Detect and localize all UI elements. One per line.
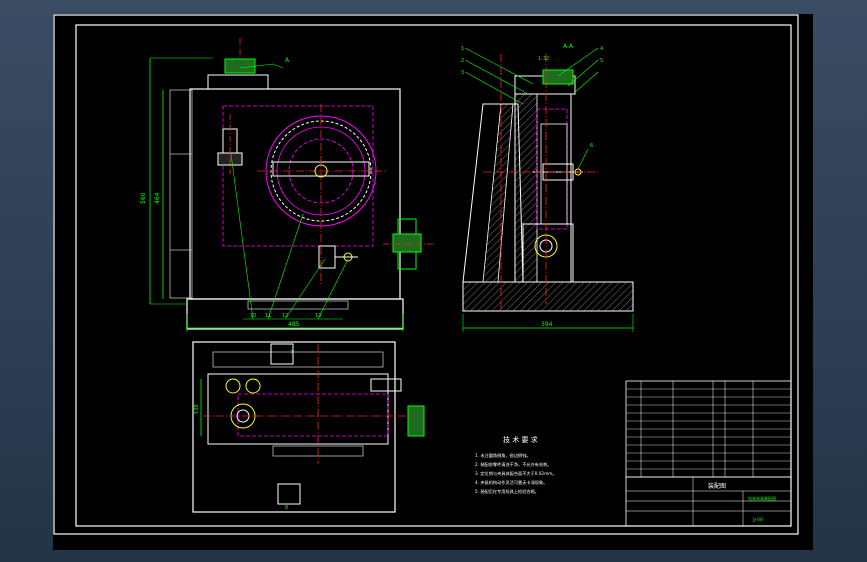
side-callout-1: 1 [461,46,464,52]
front-callout-13: 13 [315,313,321,319]
drawing-canvas[interactable]: 560 464 485 A 10 11 12 13 394 A-A 1:32 1… [53,14,813,550]
front-view[interactable]: 560 464 485 A 10 11 12 13 [140,38,433,332]
parts-list-rows [626,388,791,470]
front-callout-11: 11 [265,313,271,319]
title-block: 装配图 钻床夹具装配图 JJ-00 [625,476,792,527]
side-callout-5: 5 [600,58,603,64]
front-callout-12: 12 [282,313,288,319]
tech-req-item: 1. 未注圆角倒角，锐边倒钝。 [475,452,531,459]
front-dim-height-outer: 560 [140,192,147,204]
side-note-label: 1:32 [538,56,549,62]
tech-req-item: 3. 定位销与夹具体配合面不大于0.02mm。 [475,470,556,477]
front-dim-width: 485 [288,321,300,328]
parts-list [625,380,792,478]
side-view[interactable]: 394 A-A 1:32 1 2 3 4 5 6 [461,43,634,332]
technical-requirements: 技 术 要 求 1. 未注圆角倒角，锐边倒钝。 2. 装配前零件清洗干净，不允许… [475,435,556,495]
front-callout-10: 10 [250,313,256,319]
tech-req-item: 2. 装配前零件清洗干净，不允许有毛刺。 [475,461,552,468]
outer-border [53,14,799,535]
side-callout-2: 2 [461,58,464,64]
top-view[interactable]: 138 7 8 [192,341,425,513]
side-callout-4: 4 [600,46,603,52]
inner-border [75,24,792,527]
drawing-svg: 560 464 485 A 10 11 12 13 394 A-A 1:32 1… [53,14,799,535]
side-section-label: A-A [563,43,574,50]
side-callout-3: 3 [461,70,464,76]
tech-req-item: 5. 装配后在专用检具上检验合格。 [475,488,539,495]
top-callout-7: 7 [290,350,293,356]
top-dim-height: 138 [194,404,200,414]
side-callout-6: 6 [590,143,593,149]
title-block-code: JJ-00 [752,517,763,523]
front-dim-height-inner: 464 [154,192,161,204]
side-dim-width: 394 [541,321,553,328]
tech-req-item: 4. 夹紧机构动作灵活可靠无卡滞现象。 [475,479,547,486]
front-view-marker: A [285,57,290,64]
cad-viewport: 560 464 485 A 10 11 12 13 394 A-A 1:32 1… [0,0,867,562]
top-callout-8: 8 [285,505,288,511]
tech-req-title: 技 术 要 求 [503,435,538,444]
title-block-title: 装配图 [708,482,726,490]
title-block-subtitle: 钻床夹具装配图 [748,495,776,501]
